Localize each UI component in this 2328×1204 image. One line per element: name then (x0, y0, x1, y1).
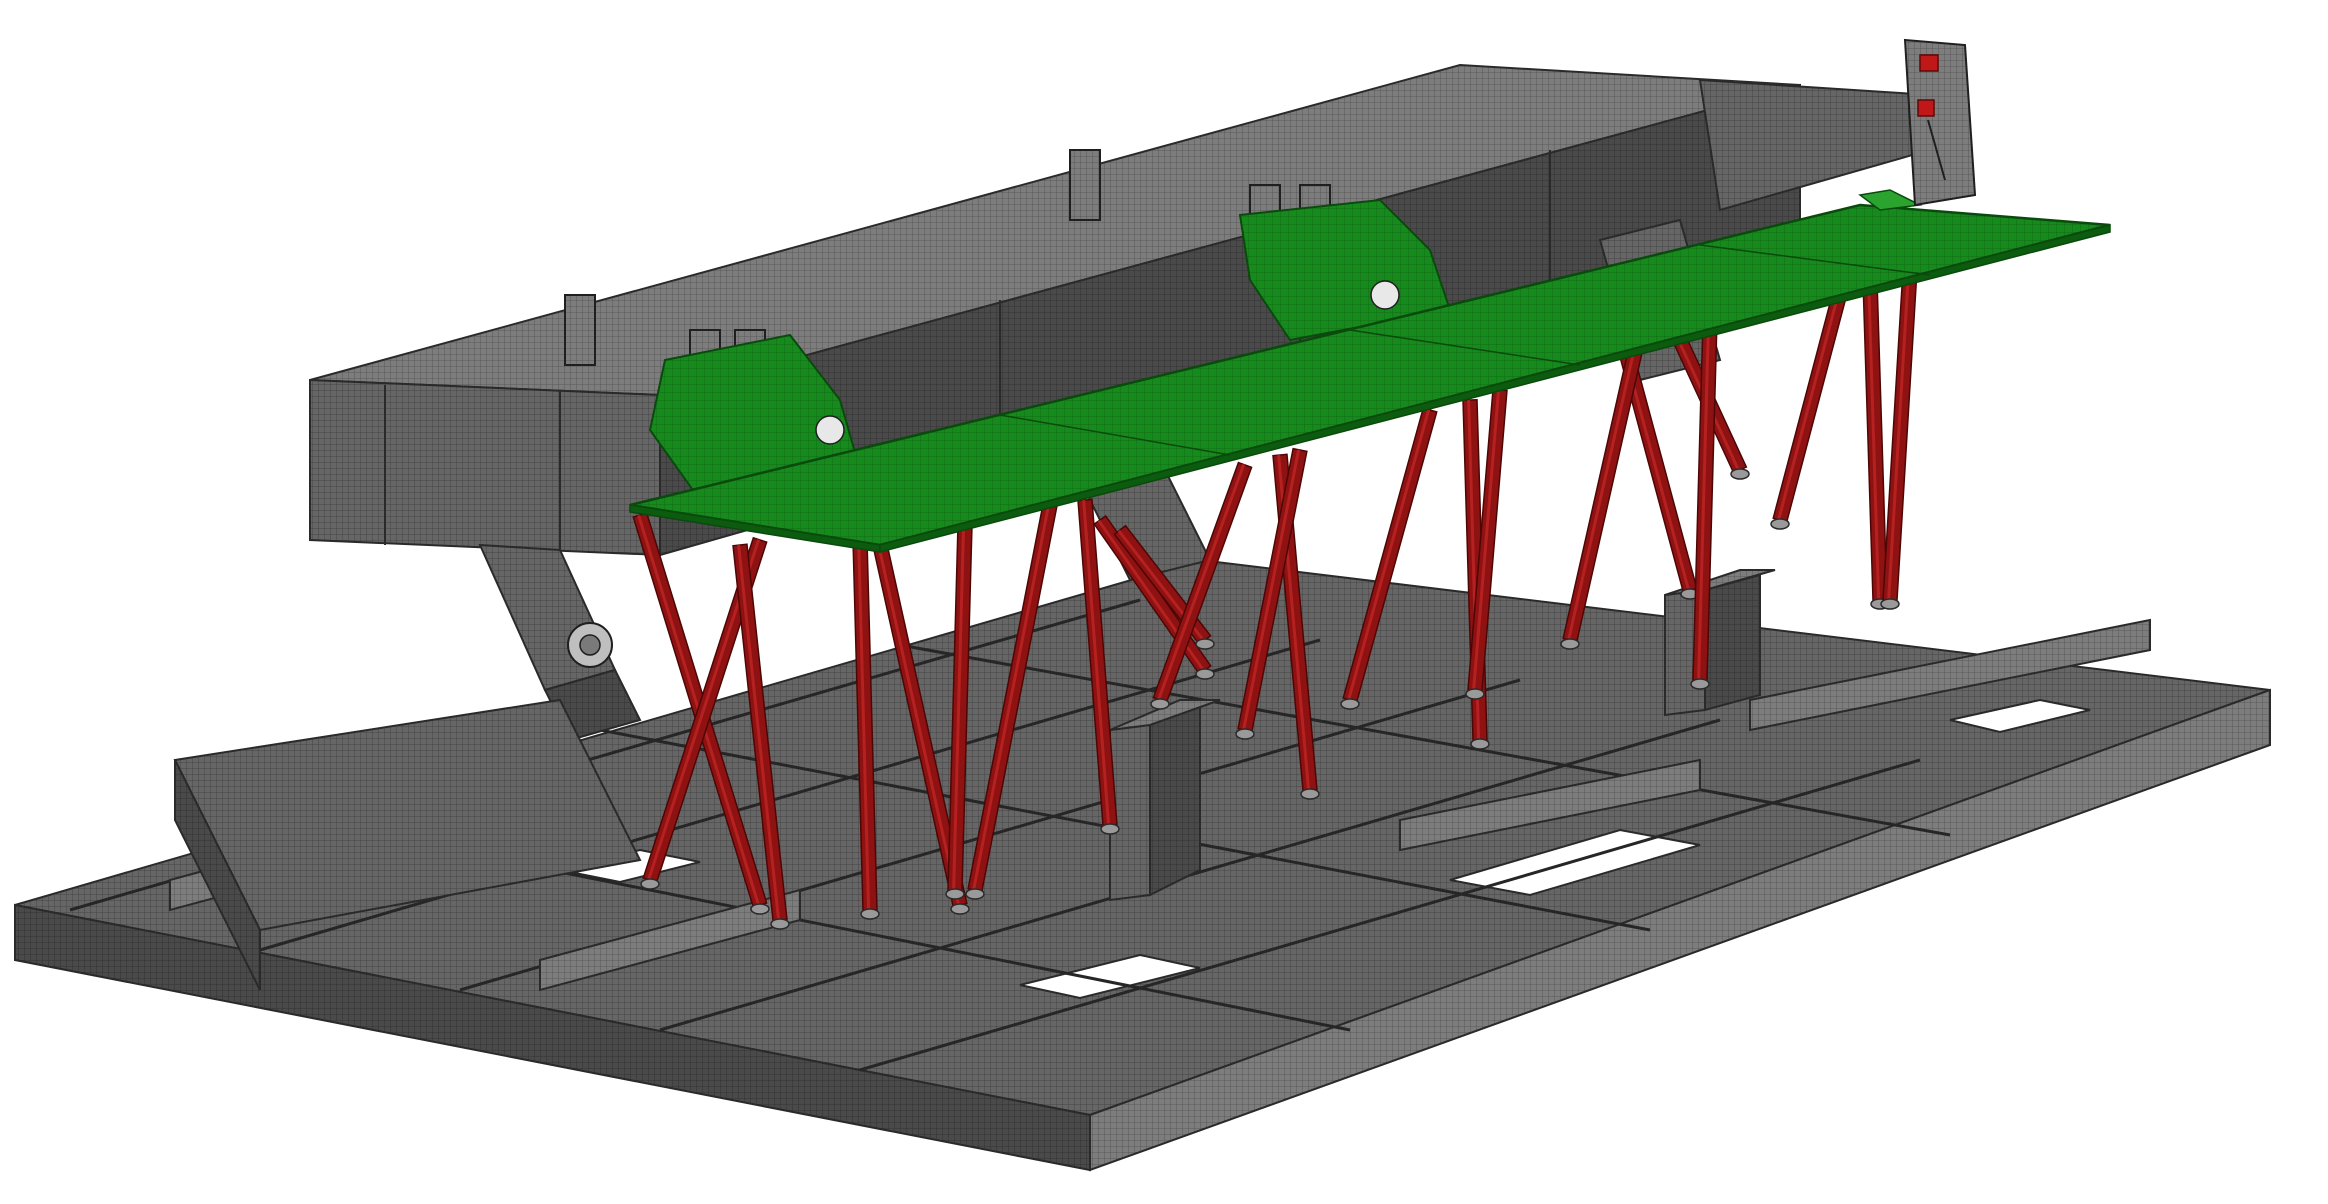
strut-foot (770, 918, 790, 930)
bracket-marker-top (1919, 54, 1939, 72)
strut-foot (1560, 638, 1580, 650)
strut-foot (1235, 728, 1255, 740)
fea-model-scene (0, 0, 2328, 1204)
strut-foot (1195, 638, 1215, 650)
strut-foot (1150, 698, 1170, 710)
end-bracket (1903, 38, 1977, 207)
strut-foot (1300, 788, 1320, 800)
strut-foot (950, 903, 970, 915)
strut-foot (1770, 518, 1790, 530)
strut-foot (1100, 823, 1120, 835)
bracket-marker-bottom (1917, 99, 1935, 117)
strut-foot (945, 888, 965, 900)
strut-foot (1880, 598, 1900, 610)
strut-foot (750, 903, 770, 915)
strut-foot (860, 908, 880, 920)
wheel-assembly-left (567, 622, 613, 668)
strut-foot (1470, 738, 1490, 750)
strut-foot (965, 888, 985, 900)
strut-foot (1195, 668, 1215, 680)
strut-foot (1340, 698, 1360, 710)
red-strut-highlight (1567, 329, 1641, 641)
strut-foot (1465, 688, 1485, 700)
strut-foot (1730, 468, 1750, 480)
fea-model-drawing (14, 38, 2271, 1172)
strut-foot (1690, 678, 1710, 690)
strut-foot (640, 878, 660, 890)
